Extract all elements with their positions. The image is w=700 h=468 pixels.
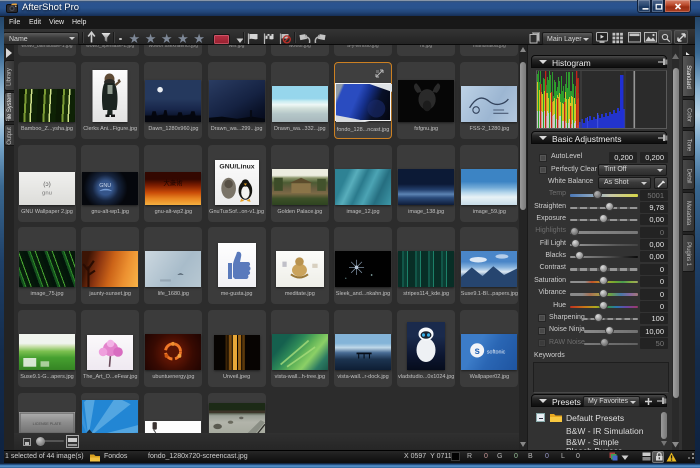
svg-text:GNU/Linux: GNU/Linux bbox=[219, 163, 254, 170]
svg-text:LICENSE PLATE: LICENSE PLATE bbox=[33, 422, 62, 426]
svg-text:GNU: GNU bbox=[99, 183, 111, 189]
svg-text:gnu: gnu bbox=[42, 190, 52, 196]
svg-text:softonic: softonic bbox=[487, 350, 506, 356]
svg-text:s: s bbox=[475, 346, 481, 357]
svg-text:大衆術: 大衆術 bbox=[164, 178, 184, 187]
svg-text:(ɔ): (ɔ) bbox=[43, 181, 51, 188]
